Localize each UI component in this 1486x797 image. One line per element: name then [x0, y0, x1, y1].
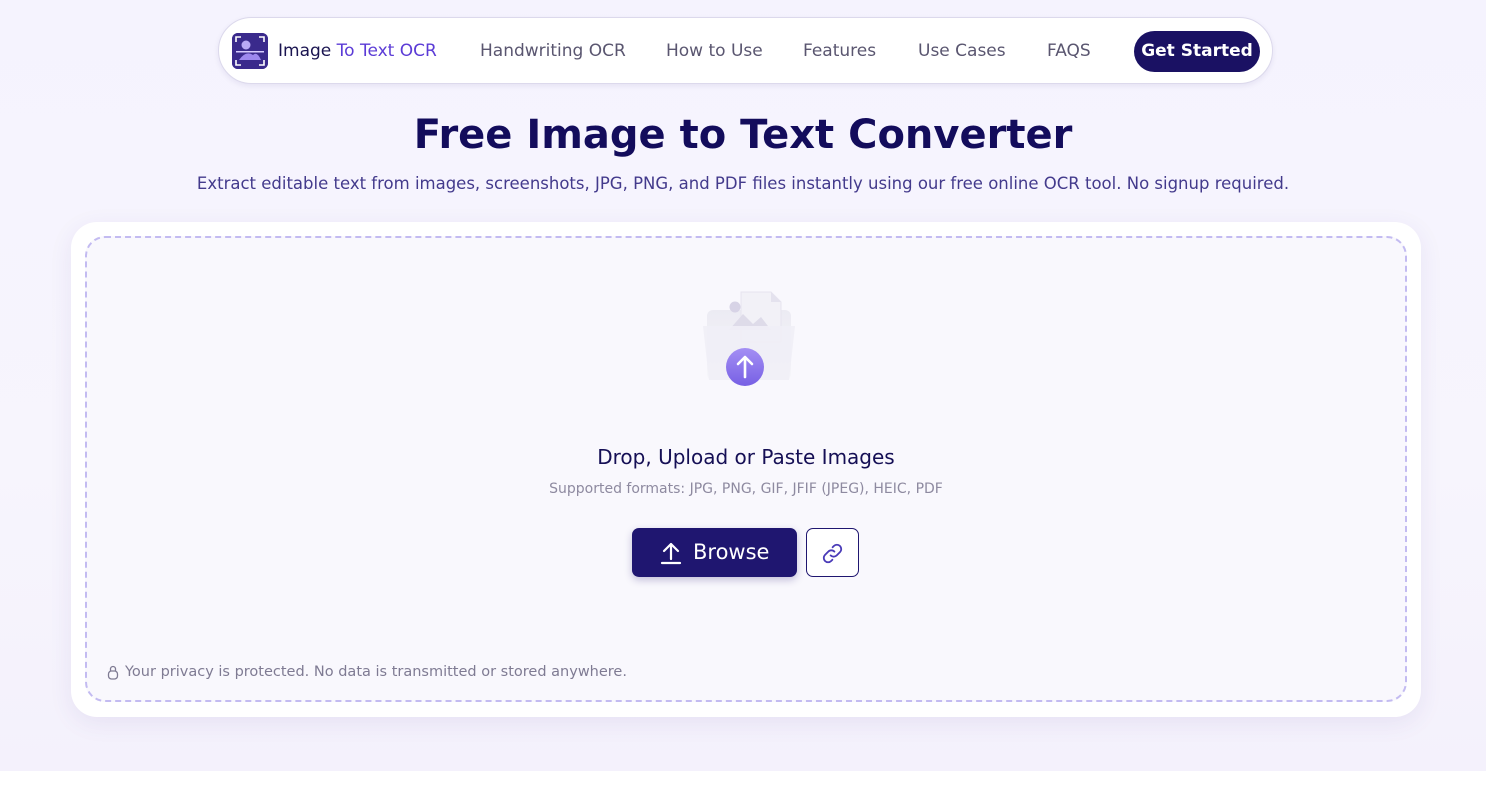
app-logo-icon[interactable]	[232, 33, 268, 69]
supported-formats-text: Supported formats: JPG, PNG, GIF, JFIF (…	[549, 481, 943, 497]
lock-icon	[107, 665, 119, 680]
drop-zone[interactable]: Drop, Upload or Paste Images Supported f…	[85, 236, 1407, 702]
nav-link-features[interactable]: Features	[803, 41, 876, 61]
nav-link-how-to-use[interactable]: How to Use	[666, 41, 763, 61]
brand-name[interactable]: Image To Text OCR	[278, 41, 437, 61]
upload-from-url-button[interactable]	[806, 528, 859, 577]
drop-zone-title: Drop, Upload or Paste Images	[597, 445, 895, 469]
hero-section: Image To Text OCR Handwriting OCR How to…	[0, 0, 1486, 771]
page-subtitle: Extract editable text from images, scree…	[196, 174, 1290, 193]
nav-link-use-cases[interactable]: Use Cases	[918, 41, 1006, 61]
nav-link-handwriting-ocr[interactable]: Handwriting OCR	[480, 41, 626, 61]
upload-arrow-icon	[660, 542, 682, 565]
brand-name-part2: To Text OCR	[336, 41, 437, 61]
link-icon	[822, 543, 843, 564]
get-started-button[interactable]: Get Started	[1134, 31, 1260, 72]
page-title: Free Image to Text Converter	[413, 112, 1073, 158]
privacy-notice-text: Your privacy is protected. No data is tr…	[125, 664, 627, 680]
upload-card: Drop, Upload or Paste Images Supported f…	[71, 222, 1421, 717]
browse-button[interactable]: Browse	[632, 528, 797, 577]
top-navbar: Image To Text OCR Handwriting OCR How to…	[218, 17, 1273, 84]
browse-button-label: Browse	[693, 540, 770, 564]
image-upload-folder-icon	[697, 286, 801, 406]
nav-link-faqs[interactable]: FAQS	[1047, 41, 1091, 61]
brand-name-part1: Image	[278, 41, 332, 61]
page-bottom-strip	[0, 771, 1486, 797]
